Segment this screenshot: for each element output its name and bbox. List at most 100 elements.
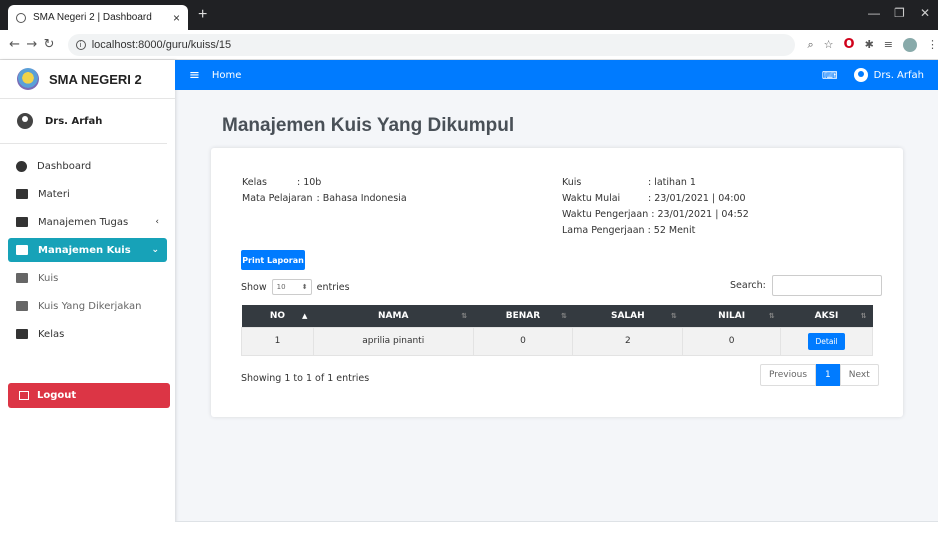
column-header-benar[interactable]: BENAR ⇅ [473, 305, 573, 327]
book-icon [16, 245, 28, 255]
mapel-value: : Bahasa Indonesia [316, 193, 407, 204]
brand-link[interactable]: SMA NEGERI 2 [0, 60, 175, 99]
tab-title: SMA Negeri 2 | Dashboard [33, 12, 152, 23]
sidebar-item-kuis-yang-dikerjakan[interactable]: Kuis Yang Dikerjakan [8, 294, 167, 318]
new-tab-button[interactable]: + [198, 6, 207, 24]
lama-pengerjaan-value: : 52 Menit [647, 225, 696, 236]
column-header-nilai[interactable]: NILAI ⇅ [682, 305, 781, 327]
waktu-pengerjaan-label: Waktu Pengerjaan [562, 209, 649, 220]
sort-asc-icon: ▲ [301, 312, 308, 320]
pagination-previous[interactable]: Previous [760, 364, 817, 386]
sidebar-item-manajemen-tugas[interactable]: Manajemen Tugas ‹ [8, 210, 167, 234]
pagination-page-1[interactable]: 1 [816, 364, 840, 386]
column-header-aksi[interactable]: AKSI ⇅ [780, 305, 873, 327]
sidebar-item-label: Dashboard [37, 160, 92, 172]
user-panel[interactable]: Drs. Arfah [0, 99, 167, 144]
cell-nilai: 0 [682, 326, 782, 356]
book-open-icon [16, 301, 28, 311]
top-navbar: ≡ Home ⌨ Drs. Arfah [175, 60, 938, 90]
entries-label: entries [316, 281, 350, 293]
sidebar: SMA NEGERI 2 Drs. Arfah Dashboard Materi… [0, 60, 175, 534]
search-input[interactable] [771, 275, 882, 296]
logout-label: Logout [37, 390, 77, 401]
kuis-label: Kuis [562, 177, 582, 188]
user-circle-icon [853, 68, 868, 82]
home-link[interactable]: Home [212, 70, 242, 81]
detail-button[interactable]: Detail [808, 332, 845, 350]
tab-close-icon[interactable]: × [173, 11, 180, 25]
entries-select-value: 10 [276, 283, 286, 291]
info-left: Kelas: 10b Mata Pelajaran: Bahasa Indone… [242, 175, 407, 207]
pagination-next[interactable]: Next [839, 364, 879, 386]
school-logo-icon [17, 68, 39, 90]
profile-avatar-icon[interactable] [903, 37, 918, 52]
sidebar-item-label: Manajemen Tugas [38, 216, 129, 228]
brand-text: SMA NEGERI 2 [49, 71, 142, 87]
chevron-down-icon: ⌄ [151, 245, 159, 255]
sidebar-nav: Dashboard Materi Manajemen Tugas ‹ Manaj… [0, 154, 175, 346]
table-row: 1 aprilia pinanti 0 2 0 Detail [241, 326, 873, 356]
cell-aksi: Detail [780, 326, 873, 356]
column-header-no[interactable]: NO ▲ [241, 305, 314, 327]
select-caret-icon: ⬍ [301, 283, 308, 291]
extension-icon[interactable]: ✱ [865, 38, 874, 51]
chat-icon[interactable]: ⌨ [822, 69, 838, 82]
sort-icon: ⇅ [461, 312, 468, 320]
star-icon[interactable]: ☆ [824, 38, 834, 51]
kuis-value: : latihan 1 [648, 177, 696, 188]
book-icon [16, 217, 28, 227]
info-icon[interactable]: i [75, 39, 86, 50]
sidebar-item-manajemen-kuis[interactable]: Manajemen Kuis ⌄ [8, 238, 167, 262]
footer [175, 521, 938, 534]
sidebar-item-kelas[interactable]: Kelas [8, 322, 167, 346]
entries-select[interactable]: 10 ⬍ [271, 279, 312, 295]
sidebar-item-kuis[interactable]: Kuis [8, 266, 167, 290]
waktu-mulai-label: Waktu Mulai [562, 193, 621, 204]
column-header-salah[interactable]: SALAH ⇅ [572, 305, 683, 327]
top-user-name: Drs. Arfah [873, 69, 924, 81]
book-icon [16, 189, 28, 199]
user-name: Drs. Arfah [45, 115, 103, 127]
more-icon[interactable]: ⋮ [927, 38, 938, 51]
chevron-left-icon: ‹ [155, 217, 159, 227]
sidebar-item-materi[interactable]: Materi [8, 182, 167, 206]
book-icon [16, 329, 28, 339]
user-circle-icon [17, 113, 33, 129]
sidebar-item-label: Kelas [38, 328, 65, 340]
search-label: Search: [730, 280, 766, 291]
cell-no: 1 [241, 326, 314, 356]
playlist-icon[interactable]: ≡ [884, 38, 893, 51]
reload-icon[interactable]: ↻ [40, 37, 57, 52]
menu-toggle-icon[interactable]: ≡ [189, 68, 200, 83]
url-field[interactable]: i localhost:8000/guru/kuiss/15 [67, 33, 796, 56]
opera-icon[interactable]: O [844, 37, 855, 52]
browser-tab-strip: SMA Negeri 2 | Dashboard × + — ❐ ✕ [0, 0, 938, 30]
user-menu[interactable]: Drs. Arfah [853, 68, 924, 82]
sidebar-item-label: Kuis [38, 272, 59, 284]
address-bar-row: ← → ↻ i localhost:8000/guru/kuiss/15 ⌕ ☆… [0, 30, 938, 60]
table-search: Search: [730, 275, 882, 296]
column-header-nama[interactable]: NAMA ⇅ [313, 305, 474, 327]
back-arrow-icon[interactable]: ← [6, 37, 23, 52]
page-title: Manajemen Kuis Yang Dikumpul [222, 115, 515, 136]
globe-icon [16, 12, 26, 23]
gauge-icon [16, 160, 27, 172]
close-window-icon[interactable]: ✕ [920, 6, 930, 20]
maximize-icon[interactable]: ❐ [894, 6, 905, 20]
browser-tab[interactable]: SMA Negeri 2 | Dashboard × [8, 5, 188, 30]
sign-out-icon [19, 391, 29, 400]
logout-button[interactable]: Logout [8, 383, 170, 408]
kelas-label: Kelas [242, 177, 268, 188]
book-open-icon [16, 273, 28, 283]
zoom-icon[interactable]: ⌕ [807, 38, 813, 52]
cell-nama: aprilia pinanti [312, 326, 474, 356]
sidebar-item-dashboard[interactable]: Dashboard [8, 154, 167, 178]
entries-length-control: Show 10 ⬍ entries [241, 279, 350, 295]
sort-icon: ⇅ [768, 312, 775, 320]
sort-icon: ⇅ [860, 312, 867, 320]
print-report-button[interactable]: Print Laporan [241, 250, 305, 270]
cell-benar: 0 [472, 326, 574, 356]
table-info: Showing 1 to 1 of 1 entries [241, 373, 370, 384]
forward-arrow-icon[interactable]: → [23, 37, 40, 52]
minimize-icon[interactable]: — [868, 6, 880, 20]
